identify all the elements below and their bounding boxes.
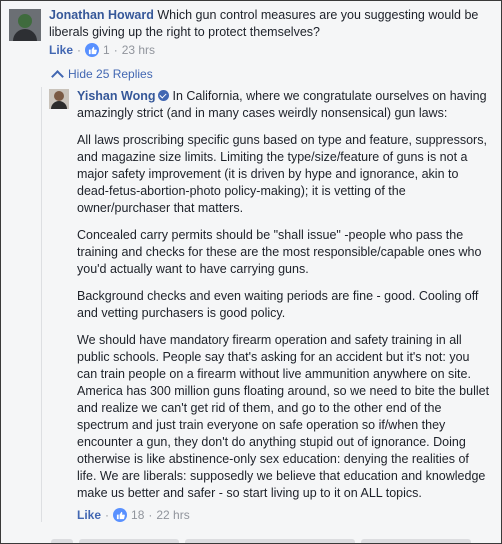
reply-paragraph: Background checks and even waiting perio…	[77, 289, 479, 320]
reply: Yishan Wong In California, where we congr…	[41, 87, 491, 522]
hide-replies-label: Hide 25 Replies	[68, 67, 153, 81]
text-placeholder	[185, 539, 355, 543]
comment-body: Jonathan Howard Which gun control measur…	[49, 7, 493, 41]
comment-thread: Jonathan Howard Which gun control measur…	[0, 0, 502, 544]
separator: ·	[105, 508, 110, 522]
thumbs-up-icon	[85, 43, 100, 57]
reply-author-link[interactable]: Yishan Wong	[77, 89, 155, 103]
comment-actions: Like · 1 · 23 hrs	[49, 43, 493, 57]
reply-paragraph: We should have mandatory firearm operati…	[77, 333, 490, 500]
reply-actions: Like · 18 · 22 hrs	[77, 508, 491, 522]
reply-paragraph: All laws proscribing specific guns based…	[77, 133, 487, 215]
avatar[interactable]	[9, 9, 41, 41]
comment: Jonathan Howard Which gun control measur…	[9, 7, 493, 57]
separator: ·	[113, 43, 118, 57]
like-button[interactable]: Like	[49, 43, 73, 57]
like-button[interactable]: Like	[77, 508, 101, 522]
text-placeholder	[79, 539, 179, 543]
timestamp[interactable]: 22 hrs	[156, 508, 189, 522]
thumbs-up-icon	[113, 508, 128, 522]
comment-author-link[interactable]: Jonathan Howard	[49, 8, 154, 22]
like-count[interactable]: 1	[103, 43, 110, 57]
reply-body: Yishan Wong In California, where we congr…	[77, 87, 491, 502]
separator: ·	[77, 43, 82, 57]
avatar-placeholder	[51, 539, 73, 543]
timestamp[interactable]: 23 hrs	[122, 43, 155, 57]
verified-badge-icon	[158, 90, 170, 101]
like-count[interactable]: 18	[131, 508, 144, 522]
next-reply-cutoff	[51, 535, 501, 543]
hide-replies-link[interactable]: Hide 25 Replies	[51, 67, 153, 83]
avatar[interactable]	[49, 89, 69, 109]
separator: ·	[148, 508, 153, 522]
reply-paragraph: Concealed carry permits should be "shall…	[77, 228, 482, 276]
chevron-up-icon	[51, 69, 64, 83]
text-placeholder	[361, 539, 471, 543]
